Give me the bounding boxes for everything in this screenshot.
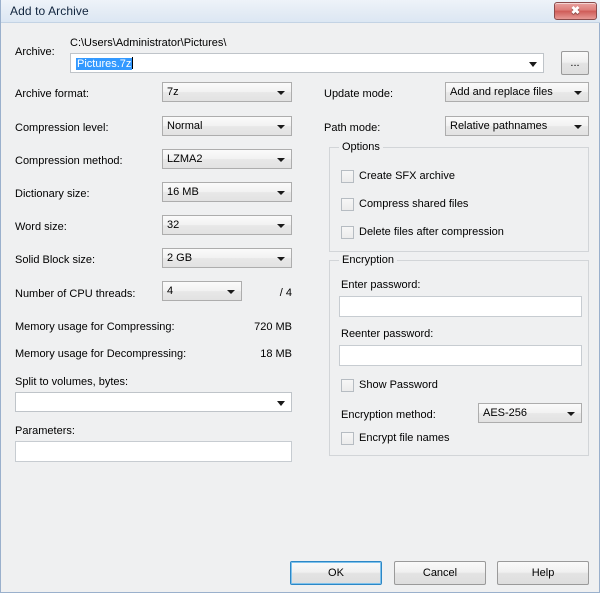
encrypt-file-names-label: Encrypt file names bbox=[359, 432, 450, 444]
chevron-down-icon bbox=[529, 62, 537, 67]
memory-compressing-label: Memory usage for Compressing: bbox=[15, 321, 175, 333]
delete-files-after-compression-label: Delete files after compression bbox=[359, 226, 504, 238]
chevron-down-icon bbox=[277, 158, 285, 162]
solid-block-size-combo[interactable]: 2 GB bbox=[162, 248, 292, 268]
options-group-title: Options bbox=[339, 141, 383, 154]
ok-button-label: OK bbox=[328, 566, 344, 579]
compression-level-value: Normal bbox=[167, 120, 203, 132]
chevron-down-icon bbox=[574, 125, 582, 129]
compression-level-label: Compression level: bbox=[15, 122, 109, 134]
help-button[interactable]: Help bbox=[497, 561, 589, 585]
path-mode-label: Path mode: bbox=[324, 122, 381, 134]
dictionary-size-label: Dictionary size: bbox=[15, 188, 90, 200]
archive-name-selected-text: Pictures.7z bbox=[76, 58, 133, 70]
close-icon: ✖ bbox=[570, 5, 581, 17]
split-volumes-combo[interactable] bbox=[15, 392, 292, 412]
reenter-password-label: Reenter password: bbox=[341, 328, 434, 340]
cpu-threads-combo[interactable]: 4 bbox=[162, 281, 242, 301]
dictionary-size-value: 16 MB bbox=[167, 186, 199, 198]
compression-level-combo[interactable]: Normal bbox=[162, 116, 292, 136]
help-button-label: Help bbox=[531, 566, 555, 579]
parameters-input[interactable] bbox=[15, 441, 292, 462]
update-mode-combo[interactable]: Add and replace files bbox=[445, 82, 589, 102]
word-size-combo[interactable]: 32 bbox=[162, 215, 292, 235]
enter-password-label: Enter password: bbox=[341, 279, 421, 291]
compression-method-combo[interactable]: LZMA2 bbox=[162, 149, 292, 169]
show-password-label: Show Password bbox=[359, 379, 438, 391]
checkbox-icon bbox=[341, 198, 354, 211]
close-button[interactable]: ✖ bbox=[554, 2, 597, 20]
encryption-group-title: Encryption bbox=[339, 254, 397, 267]
cpu-threads-total: / 4 bbox=[279, 287, 292, 299]
encryption-method-combo[interactable]: AES-256 bbox=[478, 403, 582, 423]
options-group: Options Create SFX archive Compress shar… bbox=[329, 141, 589, 252]
compress-shared-files-label: Compress shared files bbox=[359, 198, 469, 210]
ok-button[interactable]: OK bbox=[290, 561, 382, 585]
checkbox-icon bbox=[341, 379, 354, 392]
word-size-label: Word size: bbox=[15, 221, 67, 233]
encryption-group: Encryption Enter password: Reenter passw… bbox=[329, 254, 589, 456]
text-caret bbox=[132, 57, 134, 69]
archive-path-text: C:\Users\Administrator\Pictures\ bbox=[70, 37, 227, 49]
solid-block-size-value: 2 GB bbox=[167, 252, 193, 264]
create-sfx-archive-label: Create SFX archive bbox=[359, 170, 455, 182]
chevron-down-icon bbox=[277, 401, 285, 406]
dialog-client-area: Archive: C:\Users\Administrator\Pictures… bbox=[2, 23, 599, 591]
path-mode-combo[interactable]: Relative pathnames bbox=[445, 116, 589, 136]
split-volumes-label: Split to volumes, bytes: bbox=[15, 376, 129, 388]
chevron-down-icon bbox=[277, 91, 285, 95]
browse-button[interactable]: ... bbox=[561, 51, 589, 75]
browse-button-label: ... bbox=[570, 56, 580, 69]
update-mode-value: Add and replace files bbox=[450, 86, 553, 98]
checkbox-icon bbox=[341, 226, 354, 239]
add-to-archive-dialog: Add to Archive ✖ Archive: C:\Users\Admin… bbox=[0, 0, 600, 593]
archive-format-label: Archive format: bbox=[15, 88, 89, 100]
cpu-threads-label: Number of CPU threads: bbox=[15, 288, 136, 300]
update-mode-label: Update mode: bbox=[324, 88, 394, 100]
cpu-threads-value: 4 bbox=[167, 285, 174, 297]
chevron-down-icon bbox=[567, 412, 575, 416]
chevron-down-icon bbox=[277, 257, 285, 261]
archive-label: Archive: bbox=[15, 46, 55, 58]
cancel-button-label: Cancel bbox=[422, 566, 458, 579]
window-title: Add to Archive bbox=[10, 4, 89, 18]
word-size-value: 32 bbox=[167, 219, 180, 231]
archive-name-value: Pictures.7z bbox=[76, 57, 523, 71]
chevron-down-icon bbox=[227, 290, 235, 294]
encryption-method-value: AES-256 bbox=[483, 407, 528, 419]
archive-format-value: 7z bbox=[167, 86, 179, 98]
title-bar: Add to Archive ✖ bbox=[1, 0, 600, 23]
reenter-password-input[interactable] bbox=[339, 345, 582, 366]
memory-decompressing-value: 18 MB bbox=[260, 348, 292, 360]
chevron-down-icon bbox=[277, 125, 285, 129]
cancel-button[interactable]: Cancel bbox=[394, 561, 486, 585]
dictionary-size-combo[interactable]: 16 MB bbox=[162, 182, 292, 202]
chevron-down-icon bbox=[574, 91, 582, 95]
memory-decompressing-label: Memory usage for Decompressing: bbox=[15, 348, 187, 360]
encryption-method-label: Encryption method: bbox=[341, 409, 436, 421]
compression-method-value: LZMA2 bbox=[167, 153, 203, 165]
checkbox-icon bbox=[341, 432, 354, 445]
path-mode-value: Relative pathnames bbox=[450, 120, 548, 132]
solid-block-size-label: Solid Block size: bbox=[15, 254, 96, 266]
parameters-label: Parameters: bbox=[15, 425, 75, 437]
archive-format-combo[interactable]: 7z bbox=[162, 82, 292, 102]
archive-name-combo[interactable]: Pictures.7z bbox=[70, 53, 544, 73]
enter-password-input[interactable] bbox=[339, 296, 582, 317]
chevron-down-icon bbox=[277, 191, 285, 195]
memory-compressing-value: 720 MB bbox=[254, 321, 292, 333]
compression-method-label: Compression method: bbox=[15, 155, 123, 167]
chevron-down-icon bbox=[277, 224, 285, 228]
checkbox-icon bbox=[341, 170, 354, 183]
